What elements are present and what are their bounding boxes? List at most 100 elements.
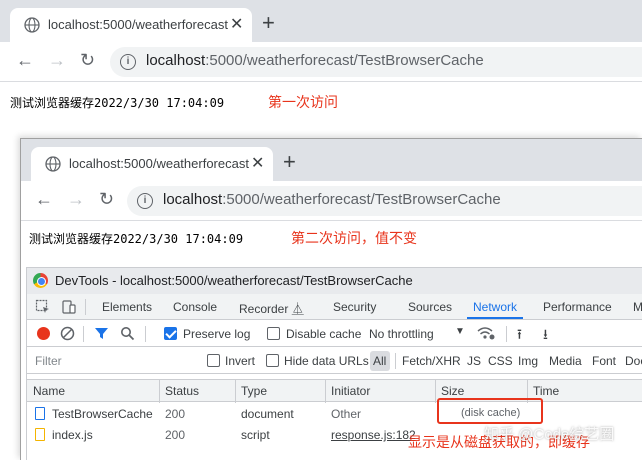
annotation-second-visit: 第二次访问，值不变	[291, 230, 417, 246]
divider	[395, 353, 396, 369]
divider	[506, 326, 507, 342]
filter-icon[interactable]	[94, 326, 109, 341]
forward-icon[interactable]: →	[67, 189, 85, 210]
inspect-icon[interactable]	[35, 299, 51, 315]
info-icon[interactable]: i	[120, 54, 136, 70]
chevron-down-icon[interactable]: ▼	[455, 326, 465, 337]
type-filter-font[interactable]: Font	[592, 354, 616, 368]
tab-security[interactable]: Security	[333, 300, 376, 314]
col-name[interactable]: Name	[33, 384, 65, 398]
back-icon[interactable]: ←	[16, 50, 34, 71]
back-icon[interactable]: ←	[35, 189, 53, 210]
second-browser-window: localhost:5000/weatherforecast/TestBrows…	[20, 138, 642, 460]
globe-icon	[24, 17, 40, 33]
close-tab-icon[interactable]: ✕	[230, 14, 243, 34]
new-tab-button[interactable]: +	[262, 10, 275, 36]
type-filter-fetch[interactable]: Fetch/XHR	[402, 354, 461, 368]
address-bar[interactable]: i localhost:5000/weatherforecast/TestBro…	[127, 186, 642, 216]
throttling-select[interactable]: No throttling	[369, 327, 434, 341]
type-filter-all[interactable]: All	[373, 354, 386, 368]
import-har-icon[interactable]: ⭱	[517, 324, 522, 348]
annotation-first-visit: 第一次访问	[268, 94, 338, 110]
chrome-icon	[33, 273, 48, 288]
info-icon[interactable]: i	[137, 193, 153, 209]
col-initiator[interactable]: Initiator	[331, 384, 370, 398]
tab-sources[interactable]: Sources	[408, 300, 452, 314]
network-toolbar: Preserve log Disable cache No throttling…	[27, 321, 642, 347]
column-divider	[325, 380, 326, 403]
reload-icon[interactable]: ↻	[80, 50, 95, 71]
divider	[145, 326, 146, 342]
address-bar[interactable]: i localhost:5000/weatherforecast/TestBro…	[110, 47, 642, 77]
row-name: TestBrowserCache	[52, 407, 153, 421]
devtools-titlebar: DevTools - localhost:5000/weatherforecas…	[27, 268, 642, 294]
outer-tab[interactable]: localhost:5000/weatherforecast/TestBrows…	[10, 8, 252, 42]
type-filter-css[interactable]: CSS	[488, 354, 513, 368]
page-text: 测试浏览器缓存2022/3/30 17:04:09	[10, 96, 225, 110]
requests-table-header: Name Status Type Initiator Size Time	[27, 379, 642, 403]
table-row[interactable]: TestBrowserCache 200 document Other (dis…	[27, 403, 642, 424]
outer-toolbar: ← → ↻ i localhost:5000/weatherforecast/T…	[0, 42, 642, 82]
document-icon	[35, 407, 45, 420]
type-filter-img[interactable]: Img	[518, 354, 538, 368]
disk-cache-highlight-box	[437, 398, 543, 424]
tab-console[interactable]: Console	[173, 300, 217, 314]
tab-recorder-label: Recorder	[239, 302, 289, 316]
type-filter-doc[interactable]: Doc	[625, 354, 642, 368]
page-text: 测试浏览器缓存2022/3/30 17:04:09	[29, 232, 244, 246]
col-type[interactable]: Type	[241, 384, 267, 398]
disable-cache-checkbox[interactable]	[267, 327, 280, 340]
row-name: index.js	[52, 428, 93, 442]
tab-title: localhost:5000/weatherforecast/TestBrows…	[48, 17, 228, 32]
url-text: localhost:5000/weatherforecast/TestBrows…	[163, 191, 501, 208]
invert-label: Invert	[225, 354, 256, 368]
type-filter-media[interactable]: Media	[549, 354, 582, 368]
script-icon	[35, 428, 45, 441]
disable-cache-label: Disable cache	[286, 327, 362, 341]
type-filter-js[interactable]: JS	[467, 354, 481, 368]
tab-recorder[interactable]: Recorder ⏅	[239, 300, 304, 317]
devtools-title: DevTools - localhost:5000/weatherforecas…	[55, 273, 413, 288]
devtools-tabbar: Elements Console Recorder ⏅ Security Sou…	[27, 294, 642, 320]
inner-toolbar: ← → ↻ i localhost:5000/weatherforecast/T…	[21, 181, 642, 221]
filter-input[interactable]: Filter	[35, 354, 62, 368]
col-size[interactable]: Size	[441, 384, 464, 398]
row-type: document	[241, 407, 294, 421]
row-status: 200	[165, 407, 186, 421]
export-har-icon[interactable]: ⭳	[543, 324, 548, 348]
tab-more[interactable]: M	[633, 300, 642, 314]
column-divider	[159, 380, 160, 403]
col-time[interactable]: Time	[533, 384, 559, 398]
row-initiator: Other	[331, 407, 362, 421]
divider	[85, 299, 86, 315]
column-divider	[235, 380, 236, 403]
tab-performance[interactable]: Performance	[543, 300, 612, 314]
row-initiator-link[interactable]: response.js:182	[331, 428, 416, 442]
inner-tab[interactable]: localhost:5000/weatherforecast/TestBrows…	[31, 147, 273, 181]
record-icon[interactable]	[37, 327, 50, 340]
recorder-flask-icon: ⏅	[291, 302, 304, 316]
forward-icon[interactable]: →	[48, 50, 66, 71]
divider	[83, 326, 84, 342]
filter-bar: Filter Invert Hide data URLs All Fetch/X…	[27, 348, 642, 374]
tab-elements[interactable]: Elements	[102, 300, 152, 314]
url-text: localhost:5000/weatherforecast/TestBrows…	[146, 52, 484, 69]
preserve-log-checkbox[interactable]	[164, 327, 177, 340]
preserve-log-label: Preserve log	[183, 327, 251, 341]
col-status[interactable]: Status	[165, 384, 199, 398]
tab-network[interactable]: Network	[466, 300, 524, 319]
clear-icon[interactable]	[60, 326, 75, 341]
close-tab-icon[interactable]: ✕	[251, 153, 264, 173]
reload-icon[interactable]: ↻	[99, 189, 114, 210]
hide-data-urls-checkbox[interactable]	[266, 354, 279, 367]
column-divider	[435, 380, 436, 403]
search-icon[interactable]	[120, 326, 135, 341]
invert-checkbox[interactable]	[207, 354, 220, 367]
globe-icon	[45, 156, 61, 172]
new-tab-button[interactable]: +	[283, 149, 296, 175]
outer-tab-strip: localhost:5000/weatherforecast/TestBrows…	[0, 0, 642, 42]
network-conditions-icon[interactable]	[477, 326, 495, 341]
watermark: 知乎 @Code综艺圈	[484, 426, 615, 443]
device-toolbar-icon[interactable]	[61, 299, 77, 315]
hide-data-urls-label: Hide data URLs	[284, 354, 369, 368]
